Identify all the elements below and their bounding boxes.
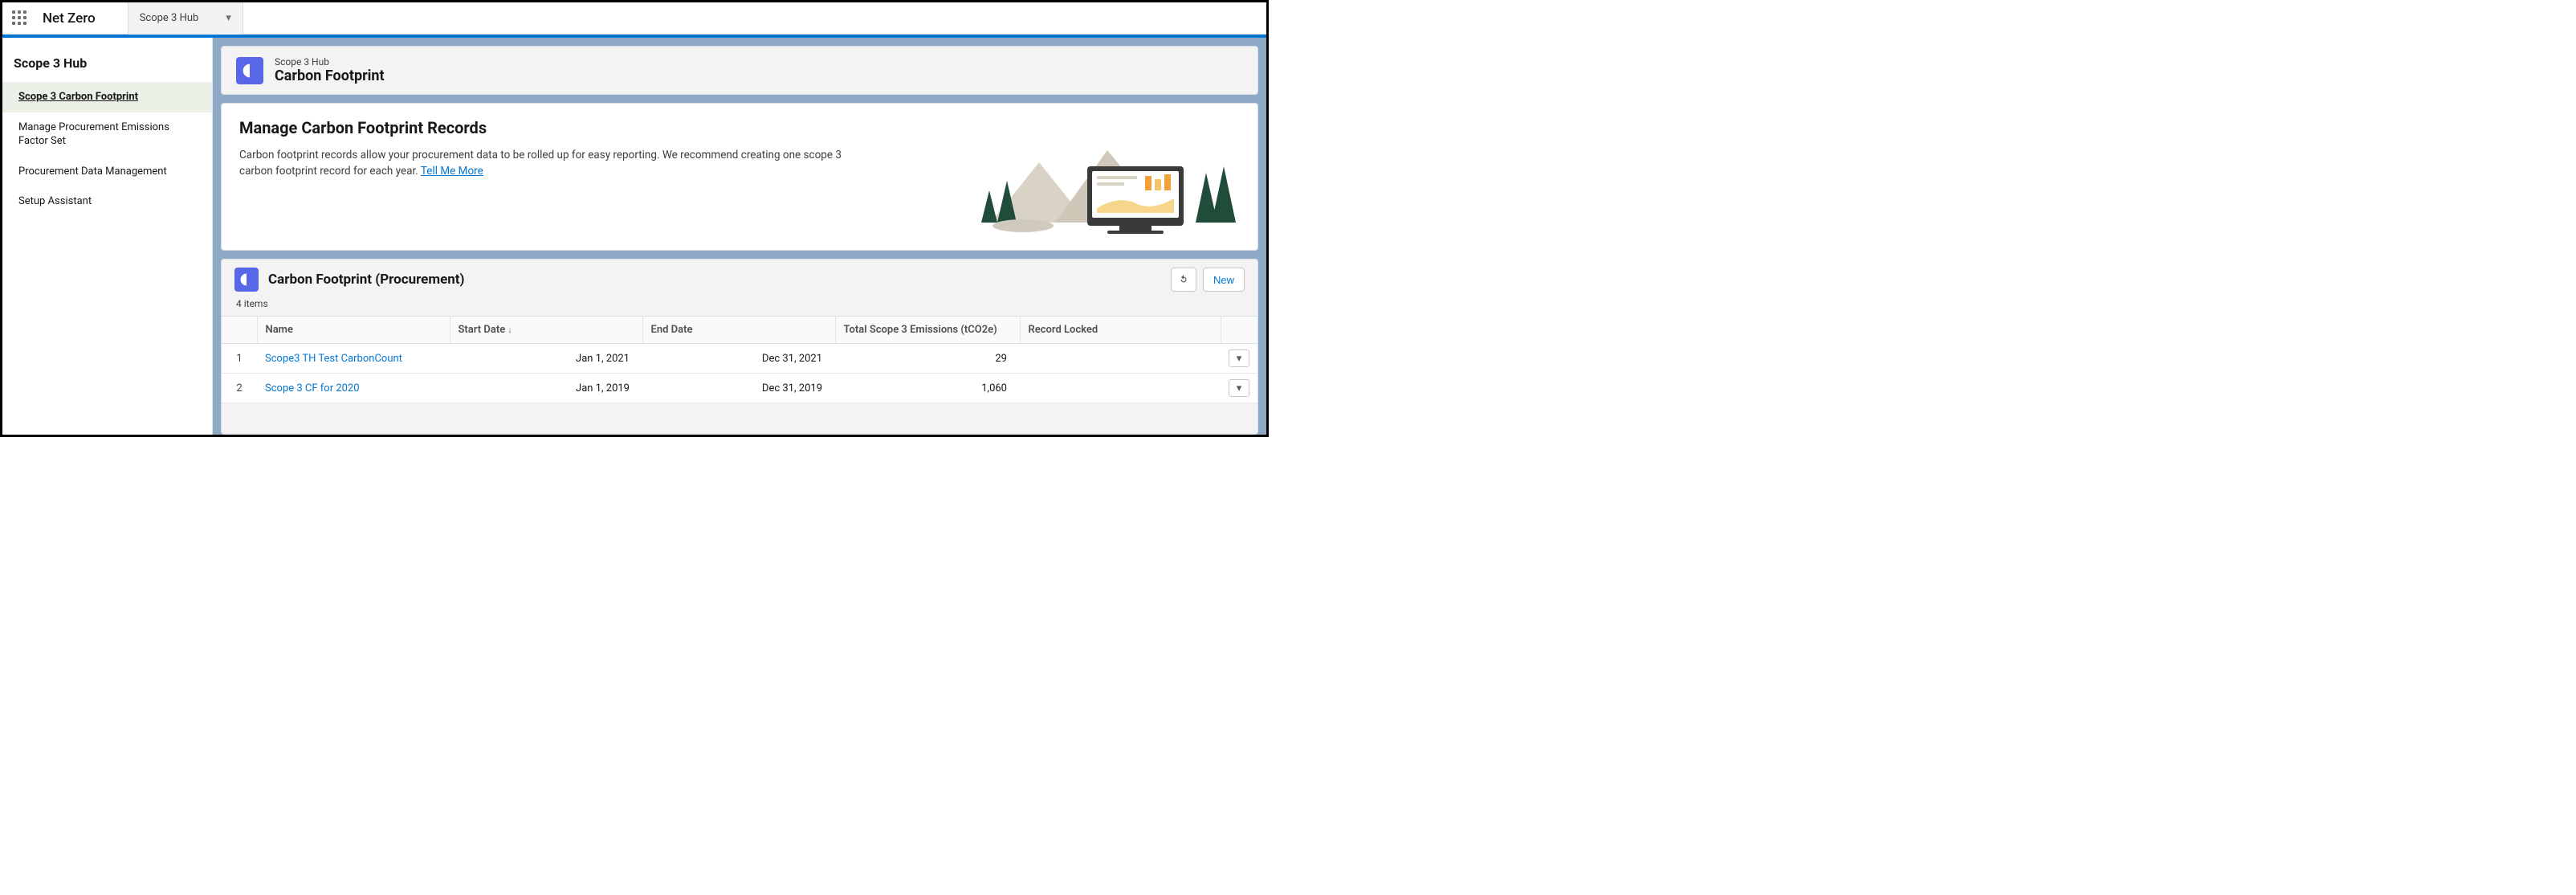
list-icon bbox=[234, 268, 259, 292]
chevron-down-icon[interactable]: ▾ bbox=[226, 12, 231, 24]
list-title: Carbon Footprint (Procurement) bbox=[268, 272, 1161, 288]
table-row: 2 Scope 3 CF for 2020 Jan 1, 2019 Dec 31… bbox=[222, 374, 1257, 403]
row-menu-button[interactable]: ▾ bbox=[1229, 379, 1249, 397]
table-row: 1 Scope3 TH Test CarbonCount Jan 1, 2021… bbox=[222, 344, 1257, 374]
tell-me-more-link[interactable]: Tell Me More bbox=[421, 165, 483, 178]
row-locked bbox=[1020, 344, 1221, 374]
row-end: Dec 31, 2019 bbox=[642, 374, 835, 403]
col-end-date[interactable]: End Date bbox=[642, 317, 835, 344]
record-link[interactable]: Scope3 TH Test CarbonCount bbox=[265, 353, 402, 365]
global-header: Net Zero Scope 3 Hub ▾ bbox=[2, 2, 1266, 35]
info-card: Manage Carbon Footprint Records Carbon f… bbox=[221, 103, 1258, 251]
row-end: Dec 31, 2021 bbox=[642, 344, 835, 374]
row-actions: ▾ bbox=[1221, 374, 1257, 403]
row-start: Jan 1, 2019 bbox=[450, 374, 642, 403]
refresh-icon bbox=[1178, 274, 1189, 285]
row-emissions: 29 bbox=[835, 344, 1020, 374]
app-launcher-icon[interactable] bbox=[12, 10, 28, 27]
new-button[interactable]: New bbox=[1203, 268, 1245, 292]
sidebar-item-emissions-factor-set[interactable]: Manage Procurement Emissions Factor Set bbox=[2, 112, 212, 157]
app-name: Net Zero bbox=[43, 10, 96, 27]
sidebar-item-procurement-data[interactable]: Procurement Data Management bbox=[2, 157, 212, 187]
row-menu-button[interactable]: ▾ bbox=[1229, 349, 1249, 367]
refresh-button[interactable] bbox=[1171, 268, 1196, 292]
info-body-text: Carbon footprint records allow your proc… bbox=[239, 149, 842, 178]
row-emissions: 1,060 bbox=[835, 374, 1020, 403]
sidebar-title: Scope 3 Hub bbox=[2, 38, 212, 82]
col-start-date[interactable]: Start Date↓ bbox=[450, 317, 642, 344]
col-locked[interactable]: Record Locked bbox=[1020, 317, 1221, 344]
page-header: Scope 3 Hub Carbon Footprint bbox=[221, 46, 1258, 95]
col-index bbox=[222, 317, 257, 344]
list-count: 4 items bbox=[222, 295, 1257, 316]
record-link[interactable]: Scope 3 CF for 2020 bbox=[265, 382, 360, 394]
col-name[interactable]: Name bbox=[257, 317, 450, 344]
sort-down-icon: ↓ bbox=[507, 325, 512, 335]
row-index: 2 bbox=[222, 374, 257, 403]
page-context: Scope 3 Hub bbox=[275, 56, 385, 67]
row-start: Jan 1, 2021 bbox=[450, 344, 642, 374]
col-actions bbox=[1221, 317, 1257, 344]
row-locked bbox=[1020, 374, 1221, 403]
row-actions: ▾ bbox=[1221, 344, 1257, 374]
row-name-cell: Scope3 TH Test CarbonCount bbox=[257, 344, 450, 374]
main-content: Scope 3 Hub Carbon Footprint Manage Carb… bbox=[213, 38, 1266, 435]
related-list-card: Carbon Footprint (Procurement) New 4 ite… bbox=[221, 259, 1258, 435]
nav-tab-label: Scope 3 Hub bbox=[140, 12, 199, 24]
row-index: 1 bbox=[222, 344, 257, 374]
records-table: Name Start Date↓ End Date Total Scope 3 … bbox=[222, 316, 1257, 403]
sidebar-item-carbon-footprint[interactable]: Scope 3 Carbon Footprint bbox=[2, 82, 212, 112]
info-heading: Manage Carbon Footprint Records bbox=[239, 118, 850, 137]
col-emissions[interactable]: Total Scope 3 Emissions (tCO2e) bbox=[835, 317, 1020, 344]
nav-tab-scope3hub[interactable]: Scope 3 Hub ▾ bbox=[128, 2, 243, 35]
page-title: Carbon Footprint bbox=[275, 67, 385, 84]
sidebar-item-setup-assistant[interactable]: Setup Assistant bbox=[2, 186, 212, 217]
carbon-footprint-icon bbox=[236, 57, 263, 84]
info-body: Carbon footprint records allow your proc… bbox=[239, 147, 850, 180]
sidebar: Scope 3 Hub Scope 3 Carbon Footprint Man… bbox=[2, 38, 213, 435]
row-name-cell: Scope 3 CF for 2020 bbox=[257, 374, 450, 403]
illustration bbox=[967, 118, 1240, 239]
